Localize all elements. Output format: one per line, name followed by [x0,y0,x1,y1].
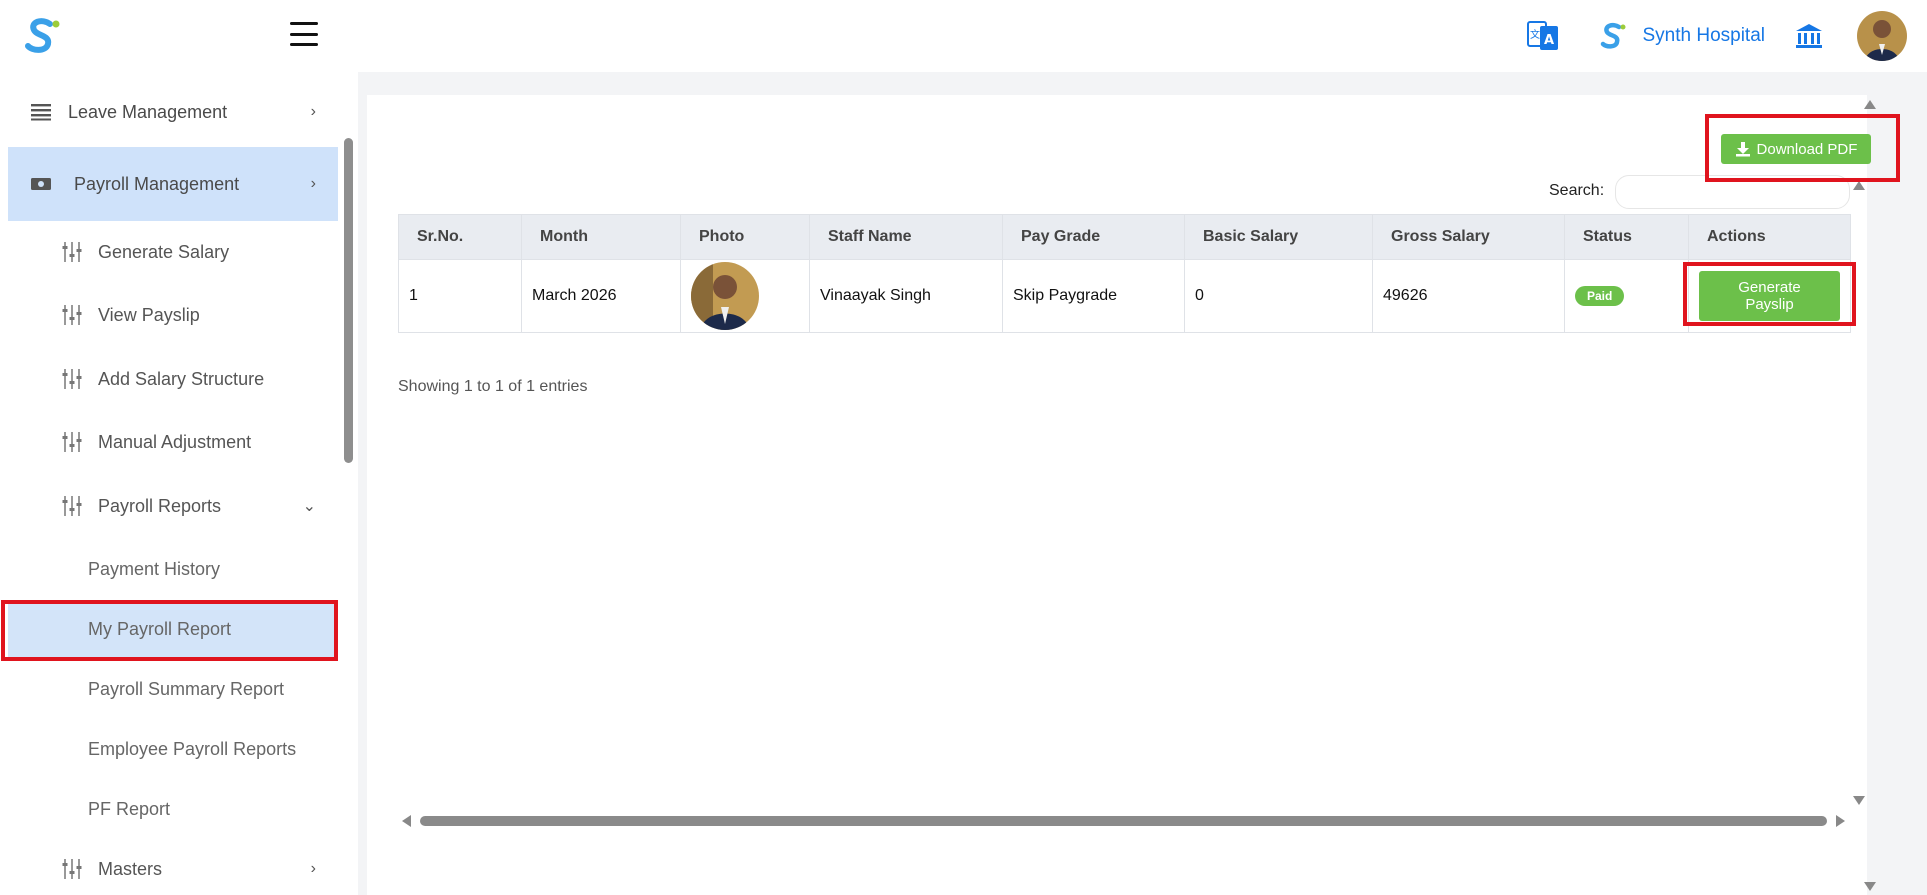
cell-pay-grade: Skip Paygrade [1002,259,1185,333]
cash-icon [30,173,52,195]
svg-text:文: 文 [1530,28,1540,41]
column-header-staff-name[interactable]: Staff Name [809,214,1003,260]
cell-staff-name: Vinaayak Singh [809,259,1003,333]
cell-actions: Generate Payslip [1688,259,1851,333]
table-scroll-up-arrow-icon[interactable] [1853,181,1865,190]
sliders-icon [62,304,84,326]
table-row: 1 March 2026 Vinaayak Singh Skip Paygrad… [398,259,1851,333]
sidebar-item-payroll-reports[interactable]: Payroll Reports ⌄ [8,478,338,534]
sidebar-item-label: Payment History [88,558,221,579]
column-header-gross-salary[interactable]: Gross Salary [1372,214,1565,260]
cell-basic-salary: 0 [1184,259,1373,333]
sidebar-item-view-payslip[interactable]: View Payslip [8,287,338,343]
sliders-icon [62,368,84,390]
generate-payslip-button[interactable]: Generate Payslip [1699,271,1840,321]
search-input[interactable] [1615,175,1850,209]
column-header-actions[interactable]: Actions [1688,214,1851,260]
sidebar-item-label: Masters [98,858,163,879]
chevron-right-icon: › [310,103,316,120]
bank-icon[interactable] [1795,22,1823,50]
column-header-status[interactable]: Status [1564,214,1689,260]
sidebar-item-label: Employee Payroll Reports [88,738,297,759]
sidebar-item-add-salary-structure[interactable]: Add Salary Structure [8,351,338,407]
chevron-right-icon: › [310,175,316,192]
sliders-icon [62,431,84,453]
horizontal-scroll-thumb[interactable] [420,816,1827,826]
scroll-left-arrow-icon[interactable] [402,815,411,827]
payroll-table: Sr.No. Month Photo Staff Name Pay Grade … [398,214,1851,333]
sidebar-item-label: PF Report [88,798,171,819]
sidebar-item-label: View Payslip [98,304,200,325]
sidebar-item-label: Add Salary Structure [98,368,265,389]
sidebar-item-leave-management[interactable]: Leave Management › [8,75,338,149]
sidebar-item-label: Payroll Reports [98,495,222,516]
small-logo [1601,22,1626,49]
sidebar-item-label: Leave Management [68,101,228,122]
cell-status: Paid [1564,259,1689,333]
cell-sr-no: 1 [398,259,522,333]
sidebar-item-label: Payroll Management [74,173,240,194]
sidebar-item-employee-payroll-reports[interactable]: Employee Payroll Reports [8,721,338,777]
table-header-row: Sr.No. Month Photo Staff Name Pay Grade … [398,214,1851,260]
sidebar-item-label: Generate Salary [98,241,230,262]
avatar[interactable] [1857,11,1907,61]
sidebar-item-label: Payroll Summary Report [88,678,285,699]
column-header-sr-no[interactable]: Sr.No. [398,214,522,260]
column-header-photo[interactable]: Photo [680,214,810,260]
staff-photo [691,262,759,330]
sidebar-item-payment-history[interactable]: Payment History [8,541,338,597]
sidebar-item-label: My Payroll Report [88,618,232,639]
search-label: Search: [1549,182,1605,199]
sidebar-item-masters[interactable]: Masters › [8,841,338,895]
scroll-up-arrow-icon[interactable] [1864,100,1876,109]
cell-gross-salary: 49626 [1372,259,1565,333]
cell-month: March 2026 [521,259,681,333]
chevron-right-icon: › [310,860,316,877]
sliders-icon [62,858,84,880]
sidebar-item-manual-adjustment[interactable]: Manual Adjustment [8,414,338,470]
translate-icon[interactable]: A 文 [1526,18,1560,54]
horizontal-scrollbar[interactable] [400,812,1850,830]
status-badge: Paid [1575,286,1625,306]
sidebar-item-pf-report[interactable]: PF Report [8,781,338,837]
sidebar-item-payroll-summary-report[interactable]: Payroll Summary Report [8,661,338,717]
download-pdf-label: Download PDF [1756,140,1858,158]
scroll-down-arrow-icon[interactable] [1864,882,1876,891]
download-icon [1735,142,1750,157]
sidebar-item-generate-salary[interactable]: Generate Salary [8,224,338,280]
column-header-basic-salary[interactable]: Basic Salary [1184,214,1373,260]
download-pdf-button[interactable]: Download PDF [1721,134,1871,164]
sidebar-item-label: Manual Adjustment [98,431,252,452]
sidebar-item-payroll-management[interactable]: Payroll Management › [8,147,338,221]
sliders-icon [62,495,84,517]
hospital-name[interactable]: Synth Hospital [1642,25,1765,47]
top-bar: A 文 Synth Hospital [0,0,1927,72]
column-header-month[interactable]: Month [521,214,681,260]
sliders-icon [62,241,84,263]
table-info: Showing 1 to 1 of 1 entries [398,378,588,395]
column-header-pay-grade[interactable]: Pay Grade [1002,214,1185,260]
sidebar-item-my-payroll-report[interactable]: My Payroll Report [8,601,338,657]
svg-text:A: A [1544,33,1554,48]
app-logo[interactable] [22,16,62,56]
topbar-right: A 文 Synth Hospital [1526,10,1907,62]
sidebar-scrollbar[interactable] [344,138,353,463]
list-icon [30,101,52,123]
menu-icon[interactable] [290,22,318,46]
scroll-right-arrow-icon[interactable] [1836,815,1845,827]
cell-photo [680,259,810,333]
table-scroll-down-arrow-icon[interactable] [1853,796,1865,805]
chevron-down-icon: ⌄ [302,498,316,515]
